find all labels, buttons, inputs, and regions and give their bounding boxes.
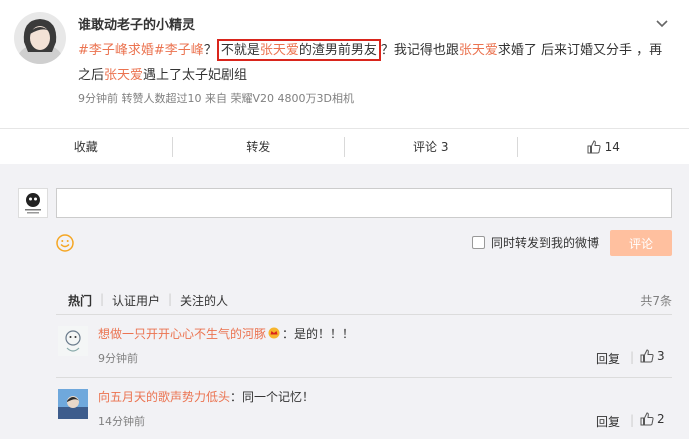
author-avatar[interactable] [14, 12, 66, 64]
tab-following[interactable]: 关注的人 [180, 292, 228, 309]
comment-like-button[interactable]: 2 [640, 412, 665, 426]
like-count: 14 [604, 139, 620, 154]
comment-body: ：是的！！！ [282, 327, 355, 341]
reply-separator: | [630, 413, 635, 427]
comment-text-line: 向五月天的歌声势力低头：同一个记忆！ [98, 389, 314, 405]
tab-verified-users[interactable]: 认证用户 [112, 292, 160, 309]
comment-total: 共7条 [640, 294, 672, 308]
post-text-segment: ？我记得也跟 [380, 43, 459, 58]
filter-separator: | [168, 292, 173, 306]
highlight-box: 不就是张天爱的渣男前男友 [216, 39, 381, 61]
hashtag-keyword-link[interactable]: 李子峰 [165, 43, 204, 58]
comment-filter-bar: 热门 | 认证用户 | 关注的人 共7条 [56, 292, 672, 312]
comment-time: 14分钟前 [98, 415, 145, 428]
forward-button[interactable]: 转发 [173, 136, 345, 157]
submit-comment-button[interactable]: 评论 [610, 230, 672, 256]
favorite-button[interactable]: 收藏 [0, 136, 173, 157]
tab-hot[interactable]: 热门 [68, 292, 92, 309]
thumb-up-icon [640, 349, 654, 363]
weibo-post: 谁敢动老子的小精灵 #李子峰求婚#李子峰？ 不就是张天爱的渣男前男友 ？我记得也跟张… [0, 0, 689, 128]
thumb-up-icon [640, 412, 654, 426]
commenter-name[interactable]: 想做一只开开心心不生气的河豚 [98, 327, 266, 341]
forward-to-weibo-checkbox[interactable]: 同时转发到我的微博 [472, 234, 599, 251]
comment-section: 同时转发到我的微博 评论 热门 | 认证用户 | 关注的人 共7条 想做一只开开… [0, 164, 689, 439]
thumb-up-icon [587, 139, 601, 153]
comment-text-line: 想做一只开开心心不生气的河豚 ：是的！！！ [98, 326, 354, 342]
post-text-segment: 遇上了太子妃剧组 [143, 68, 248, 83]
comment-like-count: 2 [657, 412, 665, 426]
divider [56, 377, 672, 378]
comment-input[interactable] [56, 188, 672, 218]
mention-link[interactable]: 张天爱 [459, 43, 498, 58]
checkbox-label: 同时转发到我的微博 [491, 236, 600, 250]
commenter-avatar[interactable] [58, 389, 88, 419]
reply-button[interactable]: 回复 [596, 350, 620, 367]
like-button[interactable]: 14 [518, 137, 689, 157]
chevron-down-icon[interactable] [654, 16, 670, 32]
commenter-avatar[interactable] [58, 326, 88, 356]
reply-button[interactable]: 回复 [596, 413, 620, 430]
comment-time: 9分钟前 [98, 352, 138, 365]
current-user-avatar [18, 188, 48, 218]
smile-icon[interactable] [56, 234, 74, 252]
crown-icon [268, 327, 280, 339]
comment-body: ：同一个记忆！ [230, 390, 315, 404]
comment-button[interactable]: 评论 3 [345, 136, 518, 157]
commenter-name[interactable]: 向五月天的歌声势力低头 [98, 390, 230, 404]
comment-like-count: 3 [657, 349, 665, 363]
mention-link[interactable]: 张天爱 [260, 43, 299, 58]
reply-separator: | [630, 350, 635, 364]
action-bar: 收藏 转发 评论 3 14 [0, 128, 689, 164]
post-meta: 9分钟前 转赞人数超过10 来自 荣耀V20 4800万3D相机 [78, 92, 354, 105]
post-text-segment: 不就是 [220, 43, 260, 58]
post-text-segment: 的渣男前男友 [298, 43, 377, 58]
divider [56, 314, 672, 315]
author-name[interactable]: 谁敢动老子的小精灵 [78, 14, 195, 33]
hashtag-link[interactable]: #李子峰求婚# [78, 43, 165, 58]
filter-separator: | [100, 292, 105, 306]
comment-like-button[interactable]: 3 [640, 349, 665, 363]
post-content: #李子峰求婚#李子峰？ 不就是张天爱的渣男前男友 ？我记得也跟张天爱求婚了 后来订婚… [78, 38, 673, 88]
comment-item: 想做一只开开心心不生气的河豚 ：是的！！！ 9分钟前 回复 | 3 [56, 326, 672, 368]
checkbox-box[interactable] [472, 236, 485, 249]
post-text-segment: ？ [203, 43, 217, 58]
mention-link[interactable]: 张天爱 [104, 68, 143, 83]
comment-item: 向五月天的歌声势力低头：同一个记忆！ 14分钟前 回复 | 2 [56, 389, 672, 431]
